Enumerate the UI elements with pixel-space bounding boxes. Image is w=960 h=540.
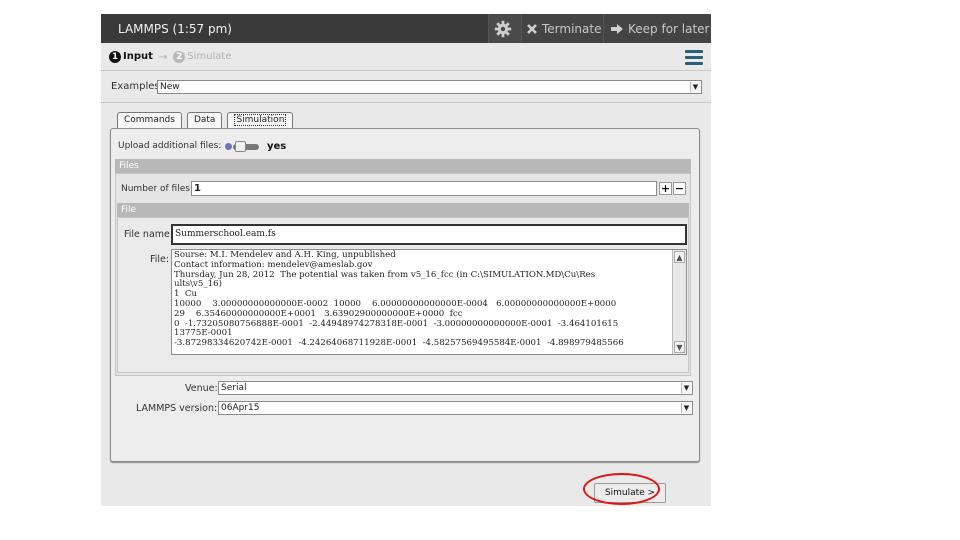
toggle-value: yes	[267, 141, 287, 152]
step-label: Input	[123, 51, 153, 62]
lammps-app-window: LAMMPS (1:57 pm) Terminate Keep for late…	[101, 14, 711, 506]
venue-value: Serial	[221, 383, 247, 393]
lammps-version-select[interactable]: 06Apr15 ▼	[218, 401, 693, 415]
file-content-line: Thursday, Jun 28, 2012 The potential was…	[174, 269, 596, 280]
window-title: LAMMPS (1:57 pm)	[118, 22, 232, 36]
divider	[101, 70, 711, 71]
file-section-header: File	[117, 203, 689, 217]
hamburger-menu-icon[interactable]	[685, 50, 703, 66]
toggle-indicator-icon	[225, 143, 232, 150]
step-input[interactable]: 1 Input	[109, 51, 153, 63]
dropdown-arrow-icon: ▼	[681, 383, 691, 393]
file-name-label: File name:	[124, 229, 174, 240]
examples-label: Examples:	[111, 81, 163, 92]
step-simulate[interactable]: 2 Simulate	[173, 51, 231, 63]
toggle-knob	[235, 141, 246, 152]
step-number: 1	[109, 51, 121, 63]
settings-button[interactable]	[488, 14, 521, 43]
number-of-files-input[interactable]: 1	[191, 181, 657, 196]
title-bar: LAMMPS (1:57 pm) Terminate Keep for late…	[101, 14, 711, 43]
tab-bar: Commands Data Simulation	[117, 112, 298, 128]
remove-file-button[interactable]: −	[673, 182, 686, 195]
file-content-line: -3.87298334620742E-0001 -4.2426406871192…	[174, 338, 624, 349]
terminate-label: Terminate	[542, 21, 602, 36]
file-content-textarea[interactable]: Sourse: M.I. Mendelev and A.H. King, unp…	[171, 249, 687, 355]
terminate-button[interactable]: Terminate	[521, 14, 603, 43]
arrow-right-icon	[611, 23, 623, 34]
vertical-scrollbar[interactable]: ▲ ▼	[672, 250, 686, 354]
scroll-up-icon[interactable]: ▲	[674, 251, 685, 263]
venue-select[interactable]: Serial ▼	[218, 381, 693, 395]
step-label: Simulate	[187, 51, 232, 62]
number-of-files-label: Number of files:	[121, 184, 193, 194]
examples-select[interactable]: New ▼	[157, 80, 702, 94]
wizard-steps: 1 Input → 2 Simulate	[109, 51, 231, 63]
tab-data[interactable]: Data	[186, 112, 223, 128]
tab-commands[interactable]: Commands	[117, 112, 182, 128]
scroll-down-icon[interactable]: ▼	[674, 341, 685, 353]
keep-for-later-label: Keep for later	[628, 21, 710, 36]
upload-toggle[interactable]	[225, 141, 261, 152]
file-content-line: 0 -1.73205080756888E-0001 -2.44948974278…	[174, 318, 619, 329]
file-name-input[interactable]: Summerschool.eam.fs	[171, 224, 687, 245]
file-content-line: ults\v5_16)	[174, 279, 222, 290]
lammps-version-label: LAMMPS version:	[136, 403, 218, 414]
dropdown-arrow-icon: ▼	[681, 403, 691, 413]
step-number: 2	[173, 51, 186, 63]
gear-icon	[494, 20, 512, 37]
add-file-button[interactable]: +	[659, 182, 672, 195]
file-content-lines: Sourse: M.I. Mendelev and A.H. King, unp…	[174, 250, 684, 349]
lammps-version-value: 06Apr15	[221, 403, 260, 413]
keep-for-later-button[interactable]: Keep for later	[603, 14, 711, 43]
examples-value: New	[160, 82, 180, 92]
tab-simulation[interactable]: Simulation	[227, 112, 294, 128]
files-section-header: Files	[115, 159, 691, 173]
dropdown-arrow-icon: ▼	[690, 82, 700, 92]
divider	[101, 102, 711, 103]
highlight-ring-annotation	[583, 473, 660, 505]
step-arrow-icon: →	[158, 51, 168, 63]
upload-label: Upload additional files:	[118, 141, 222, 151]
file-content-label: File:	[150, 254, 170, 265]
venue-label: Venue:	[185, 383, 218, 394]
close-x-icon	[527, 23, 537, 34]
